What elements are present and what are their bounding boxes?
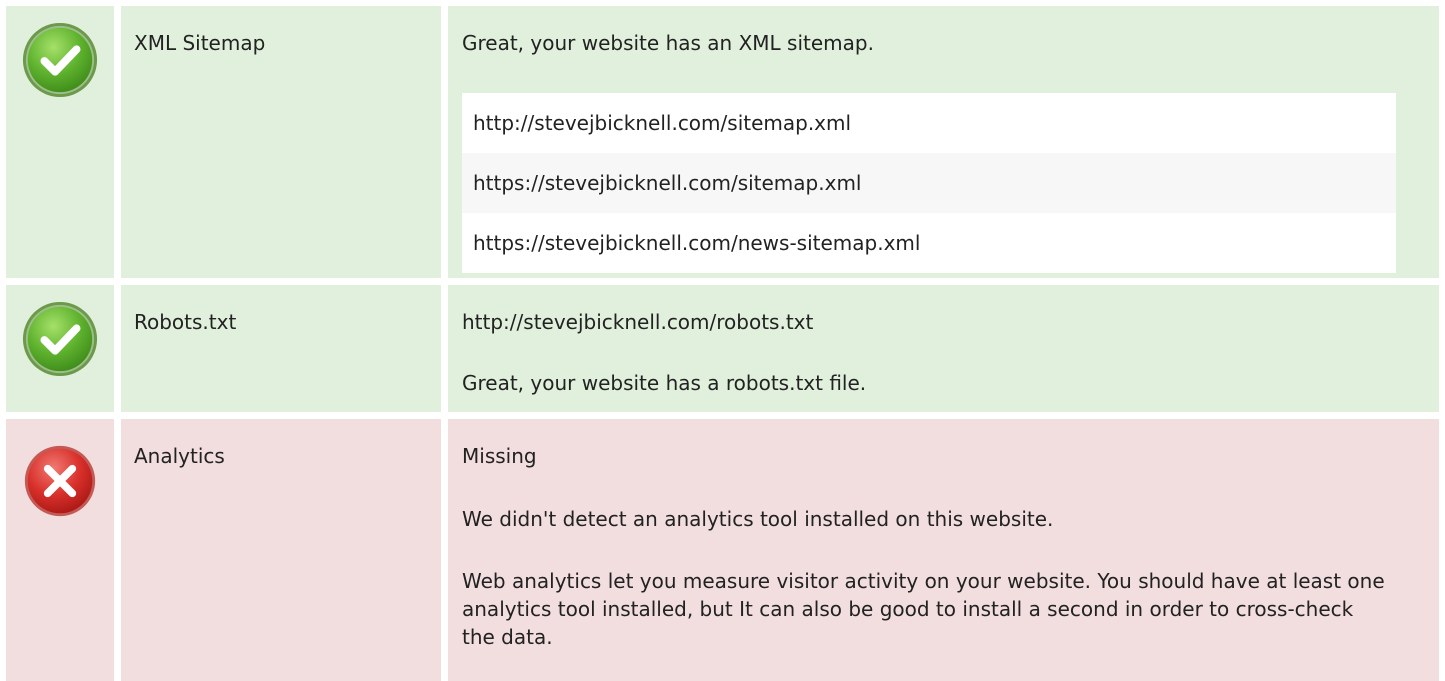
check-message: Great, your website has an XML sitemap. xyxy=(462,31,874,55)
error-x-circle-icon xyxy=(24,445,96,517)
check-label: Robots.txt xyxy=(134,310,237,334)
label-cell: Analytics xyxy=(121,419,441,681)
robots-url: http://stevejbicknell.com/robots.txt xyxy=(462,310,814,334)
status-cell xyxy=(6,285,114,412)
check-message: Great, your website has a robots.txt fil… xyxy=(462,371,867,395)
check-message: We didn't detect an analytics tool insta… xyxy=(462,507,1054,531)
sitemap-item: https://stevejbicknell.com/news-sitemap.… xyxy=(462,213,1396,273)
value-cell: Missing We didn't detect an analytics to… xyxy=(448,419,1439,681)
label-cell: Robots.txt xyxy=(121,285,441,412)
check-detail: Web analytics let you measure visitor ac… xyxy=(462,569,1385,649)
check-circle-icon xyxy=(22,301,98,377)
label-cell: XML Sitemap xyxy=(121,6,441,278)
status-cell xyxy=(6,419,114,681)
check-label: Analytics xyxy=(134,444,225,468)
value-cell: Great, your website has an XML sitemap. … xyxy=(448,6,1439,278)
analytics-state: Missing xyxy=(462,444,537,468)
row-analytics: Analytics Missing We didn't detect an an… xyxy=(0,419,1445,681)
sitemap-list: http://stevejbicknell.com/sitemap.xml ht… xyxy=(462,93,1396,273)
sitemap-item: http://stevejbicknell.com/sitemap.xml xyxy=(462,93,1396,153)
status-cell xyxy=(6,6,114,278)
check-label: XML Sitemap xyxy=(134,31,266,55)
value-cell: http://stevejbicknell.com/robots.txt Gre… xyxy=(448,285,1439,412)
row-xml-sitemap: XML Sitemap Great, your website has an X… xyxy=(0,6,1445,278)
sitemap-item: https://stevejbicknell.com/sitemap.xml xyxy=(462,153,1396,213)
check-circle-icon xyxy=(22,22,98,98)
row-robots-txt: Robots.txt http://stevejbicknell.com/rob… xyxy=(0,285,1445,412)
